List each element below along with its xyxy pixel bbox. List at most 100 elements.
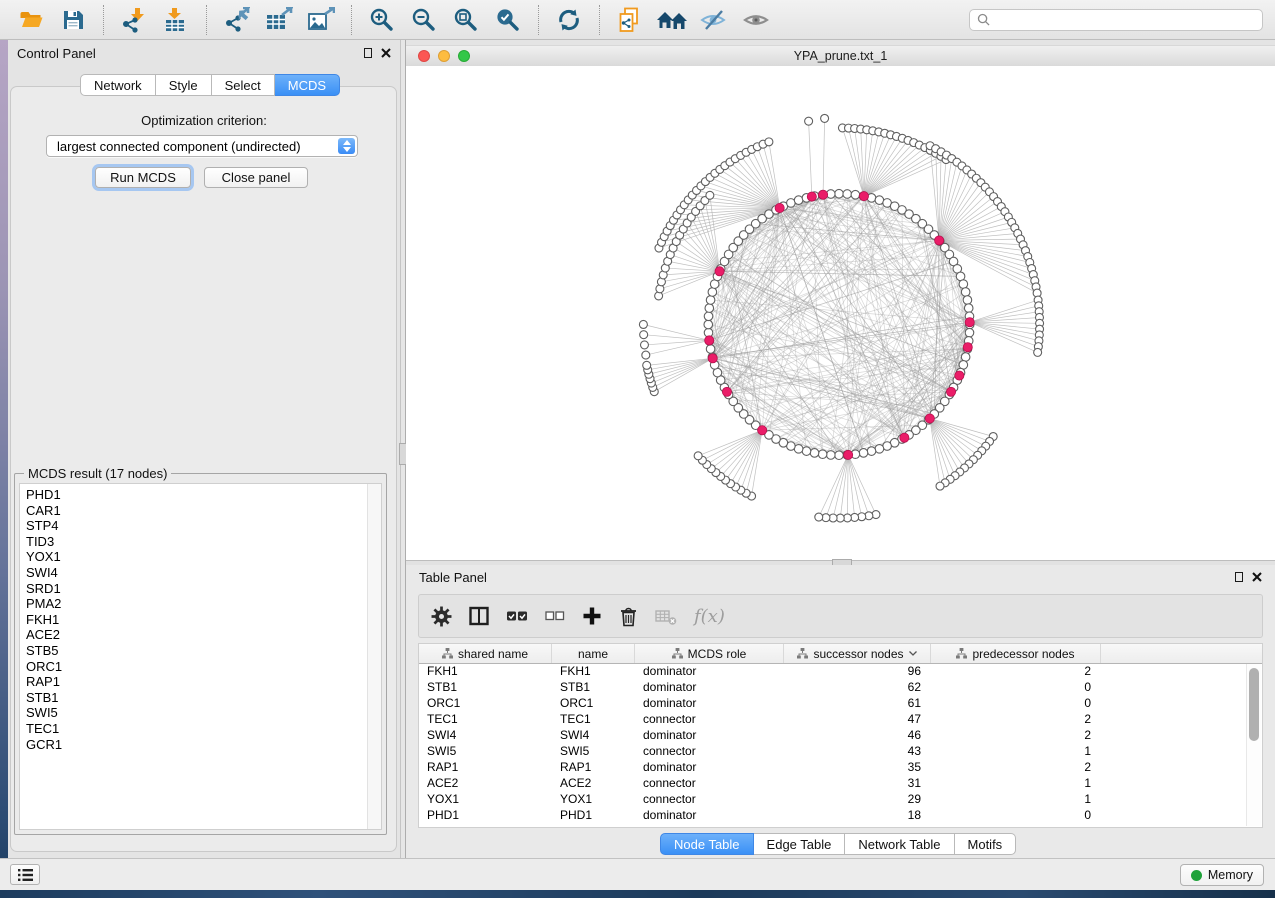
- mcds-result-item[interactable]: GCR1: [20, 737, 381, 753]
- close-traffic-light[interactable]: [418, 50, 430, 62]
- mcds-result-item[interactable]: TID3: [20, 534, 381, 550]
- cell-shared-name: FKH1: [419, 664, 552, 680]
- function-builder-button[interactable]: f(x): [694, 601, 725, 631]
- save-session-button[interactable]: [54, 4, 92, 36]
- network-graph[interactable]: [406, 66, 1275, 560]
- cell-mcds-role: dominator: [635, 664, 784, 680]
- mcds-result-item[interactable]: CAR1: [20, 503, 381, 519]
- table-scrollbar-track[interactable]: [1246, 664, 1261, 826]
- table-row-stb1[interactable]: STB1STB1dominator620: [419, 680, 1262, 696]
- tab-network-table[interactable]: Network Table: [845, 833, 954, 855]
- cell-successor-nodes: 35: [784, 760, 931, 776]
- table-scrollbar-thumb[interactable]: [1249, 668, 1259, 741]
- table-row-yox1[interactable]: YOX1YOX1connector291: [419, 792, 1262, 808]
- import-table-button[interactable]: [157, 4, 195, 36]
- mcds-result-item[interactable]: SWI4: [20, 565, 381, 581]
- tab-style[interactable]: Style: [156, 74, 212, 96]
- mcds-result-item[interactable]: TEC1: [20, 721, 381, 737]
- mcds-result-item[interactable]: ACE2: [20, 627, 381, 643]
- minimize-traffic-light[interactable]: [438, 50, 450, 62]
- table-settings-button[interactable]: [431, 601, 452, 631]
- cell-name: SWI5: [552, 744, 635, 760]
- search-input[interactable]: [995, 12, 1255, 28]
- plus-icon: [582, 606, 602, 626]
- delete-table-button[interactable]: [655, 601, 677, 631]
- mcds-result-item[interactable]: ORC1: [20, 659, 381, 675]
- column-header-shared-name[interactable]: shared name: [419, 644, 552, 663]
- mcds-result-item[interactable]: FKH1: [20, 612, 381, 628]
- mcds-result-item[interactable]: RAP1: [20, 674, 381, 690]
- memory-button[interactable]: Memory: [1180, 864, 1264, 886]
- mcds-result-item[interactable]: PMA2: [20, 596, 381, 612]
- table-row-ace2[interactable]: ACE2ACE2connector311: [419, 776, 1262, 792]
- cell-predecessor-nodes: 2: [931, 664, 1101, 680]
- tab-edge-table[interactable]: Edge Table: [754, 833, 846, 855]
- hide-selected-button[interactable]: [695, 4, 733, 36]
- mcds-result-item[interactable]: SRD1: [20, 581, 381, 597]
- add-row-button[interactable]: [582, 601, 602, 631]
- mcds-result-item[interactable]: STP4: [20, 518, 381, 534]
- network-window-titlebar[interactable]: YPA_prune.txt_1: [406, 45, 1275, 67]
- table-row-tec1[interactable]: TEC1TEC1connector472: [419, 712, 1262, 728]
- float-panel-icon[interactable]: [364, 48, 372, 58]
- tab-select[interactable]: Select: [212, 74, 275, 96]
- tab-node-table[interactable]: Node Table: [660, 833, 754, 855]
- show-all-button[interactable]: [737, 4, 775, 36]
- run-mcds-button[interactable]: Run MCDS: [95, 167, 191, 188]
- open-session-button[interactable]: [12, 4, 50, 36]
- close-panel-icon[interactable]: [1252, 572, 1262, 582]
- clone-network-button[interactable]: [611, 4, 649, 36]
- export-image-button[interactable]: [302, 4, 340, 36]
- cell-name: PHD1: [552, 808, 635, 824]
- list-scrollbar-track[interactable]: [367, 484, 381, 829]
- table-row-orc1[interactable]: ORC1ORC1dominator610: [419, 696, 1262, 712]
- mcds-result-item[interactable]: STB5: [20, 643, 381, 659]
- cell-shared-name: TEC1: [419, 712, 552, 728]
- column-header-predecessor-nodes[interactable]: predecessor nodes: [931, 644, 1101, 663]
- export-network-button[interactable]: [218, 4, 256, 36]
- table-row-swi5[interactable]: SWI5SWI5connector431: [419, 744, 1262, 760]
- column-header-mcds-role[interactable]: MCDS role: [635, 644, 784, 663]
- tab-motifs[interactable]: Motifs: [955, 833, 1017, 855]
- refresh-button[interactable]: [550, 4, 588, 36]
- zoom-selected-button[interactable]: [489, 4, 527, 36]
- cell-mcds-role: connector: [635, 744, 784, 760]
- table-row-phd1[interactable]: PHD1PHD1dominator180: [419, 808, 1262, 824]
- close-panel-icon[interactable]: [381, 48, 391, 58]
- mcds-result-item[interactable]: PHD1: [20, 487, 381, 503]
- deselect-all-icon: [545, 609, 565, 623]
- first-neighbors-button[interactable]: [653, 4, 691, 36]
- table-row-swi4[interactable]: SWI4SWI4dominator462: [419, 728, 1262, 744]
- select-all-button[interactable]: [506, 601, 528, 631]
- cell-successor-nodes: 43: [784, 744, 931, 760]
- delete-row-button[interactable]: [619, 601, 638, 631]
- maximize-traffic-light[interactable]: [458, 50, 470, 62]
- show-panel-list-button[interactable]: [10, 864, 40, 885]
- criterion-dropdown[interactable]: largest connected component (undirected): [46, 135, 358, 157]
- zoom-fit-icon: [453, 7, 479, 33]
- zoom-out-button[interactable]: [405, 4, 443, 36]
- float-panel-icon[interactable]: [1235, 572, 1243, 582]
- cell-successor-nodes: 29: [784, 792, 931, 808]
- zoom-in-button[interactable]: [363, 4, 401, 36]
- clone-network-icon: [617, 7, 643, 33]
- mcds-result-item[interactable]: SWI5: [20, 705, 381, 721]
- column-header-name[interactable]: name: [552, 644, 635, 663]
- close-panel-button[interactable]: Close panel: [204, 167, 308, 188]
- column-header-successor-nodes[interactable]: successor nodes: [784, 644, 931, 663]
- desktop-background: [0, 40, 8, 890]
- optimization-criterion-label: Optimization criterion:: [8, 113, 400, 128]
- tab-mcds[interactable]: MCDS: [275, 74, 340, 96]
- mcds-result-item[interactable]: STB1: [20, 690, 381, 706]
- zoom-fit-button[interactable]: [447, 4, 485, 36]
- table-row-fkh1[interactable]: FKH1FKH1dominator962: [419, 664, 1262, 680]
- import-network-button[interactable]: [115, 4, 153, 36]
- mcds-result-item[interactable]: YOX1: [20, 549, 381, 565]
- show-columns-button[interactable]: [469, 601, 489, 631]
- network-canvas[interactable]: [406, 66, 1275, 560]
- deselect-all-button[interactable]: [545, 601, 565, 631]
- export-table-icon: [265, 7, 293, 33]
- tab-network[interactable]: Network: [80, 74, 156, 96]
- table-row-rap1[interactable]: RAP1RAP1dominator352: [419, 760, 1262, 776]
- export-table-button[interactable]: [260, 4, 298, 36]
